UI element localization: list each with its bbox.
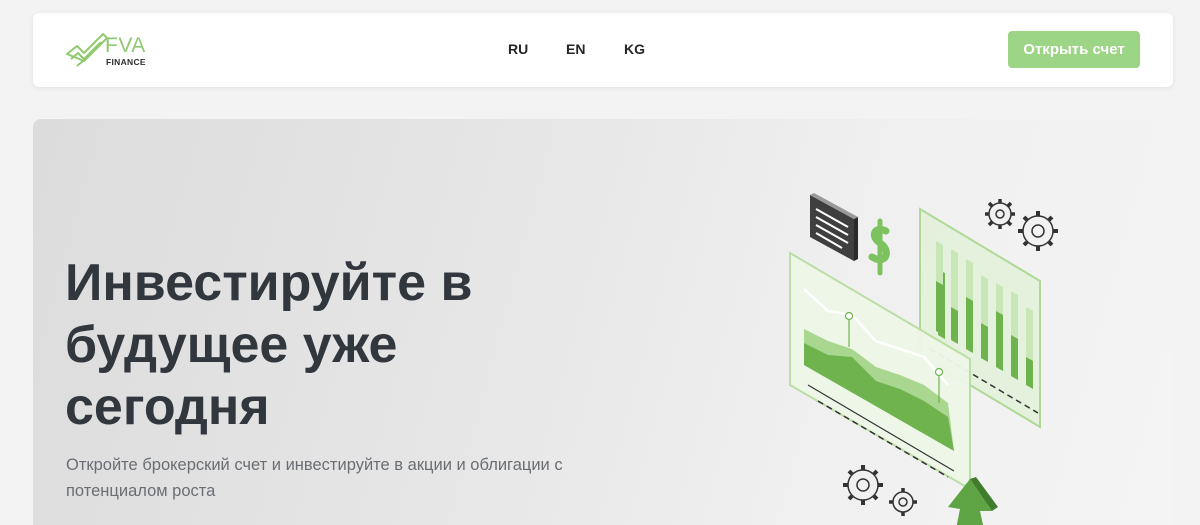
lang-kg[interactable]: KG (624, 41, 645, 57)
logo-subtitle: FINANCE (106, 57, 146, 67)
lang-en[interactable]: EN (566, 41, 585, 57)
open-account-button[interactable]: Открыть счет (1008, 31, 1140, 68)
hero-subtitle: Откройте брокерский счет и инвестируйте … (66, 456, 563, 500)
document-icon (810, 193, 858, 261)
site-header: FVA FINANCE RU EN KG Открыть счет (33, 13, 1173, 87)
hero-title: Инвестируйте в будущее уже сегодня (65, 254, 473, 436)
hero-section: Инвестируйте в будущее уже сегодня Откро… (33, 119, 1173, 525)
gear-icon (843, 465, 917, 516)
lang-ru[interactable]: RU (508, 41, 528, 57)
logo[interactable]: FVA FINANCE (65, 28, 185, 70)
logo-check-icon (66, 33, 108, 67)
investment-illustration (789, 193, 1058, 525)
gear-icon (985, 199, 1058, 251)
logo-name: FVA (105, 34, 146, 57)
up-arrow-icon (948, 477, 998, 525)
dollar-icon (868, 218, 890, 276)
